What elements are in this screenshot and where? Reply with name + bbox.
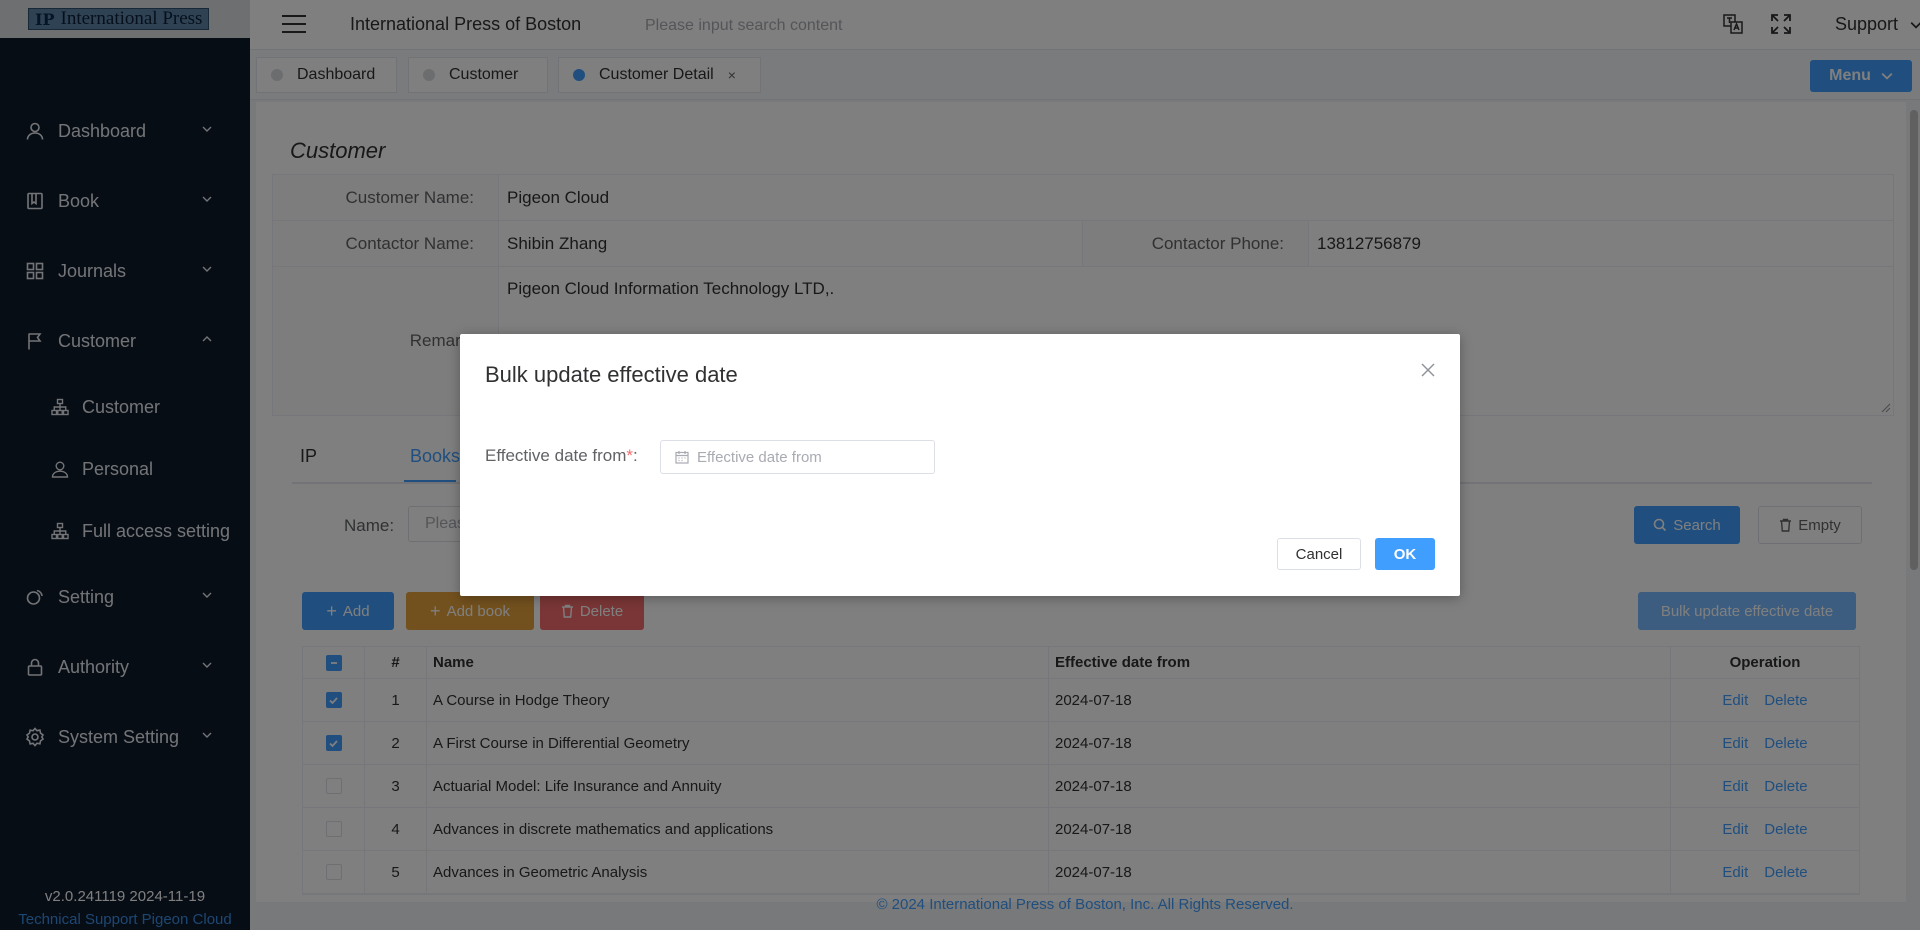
effective-date-label: Effective date from*: [485, 446, 638, 466]
ok-button[interactable]: OK [1375, 538, 1435, 570]
bulk-update-dialog: Bulk update effective date Effective dat… [460, 334, 1460, 596]
effective-date-label-text: Effective date from [485, 446, 627, 465]
close-icon[interactable] [1420, 362, 1436, 378]
effective-date-picker[interactable] [660, 440, 935, 474]
cancel-button[interactable]: Cancel [1277, 538, 1361, 570]
dialog-title: Bulk update effective date [485, 362, 738, 387]
effective-date-input[interactable] [697, 448, 917, 466]
calendar-icon [675, 451, 689, 464]
label-colon: : [633, 446, 638, 465]
